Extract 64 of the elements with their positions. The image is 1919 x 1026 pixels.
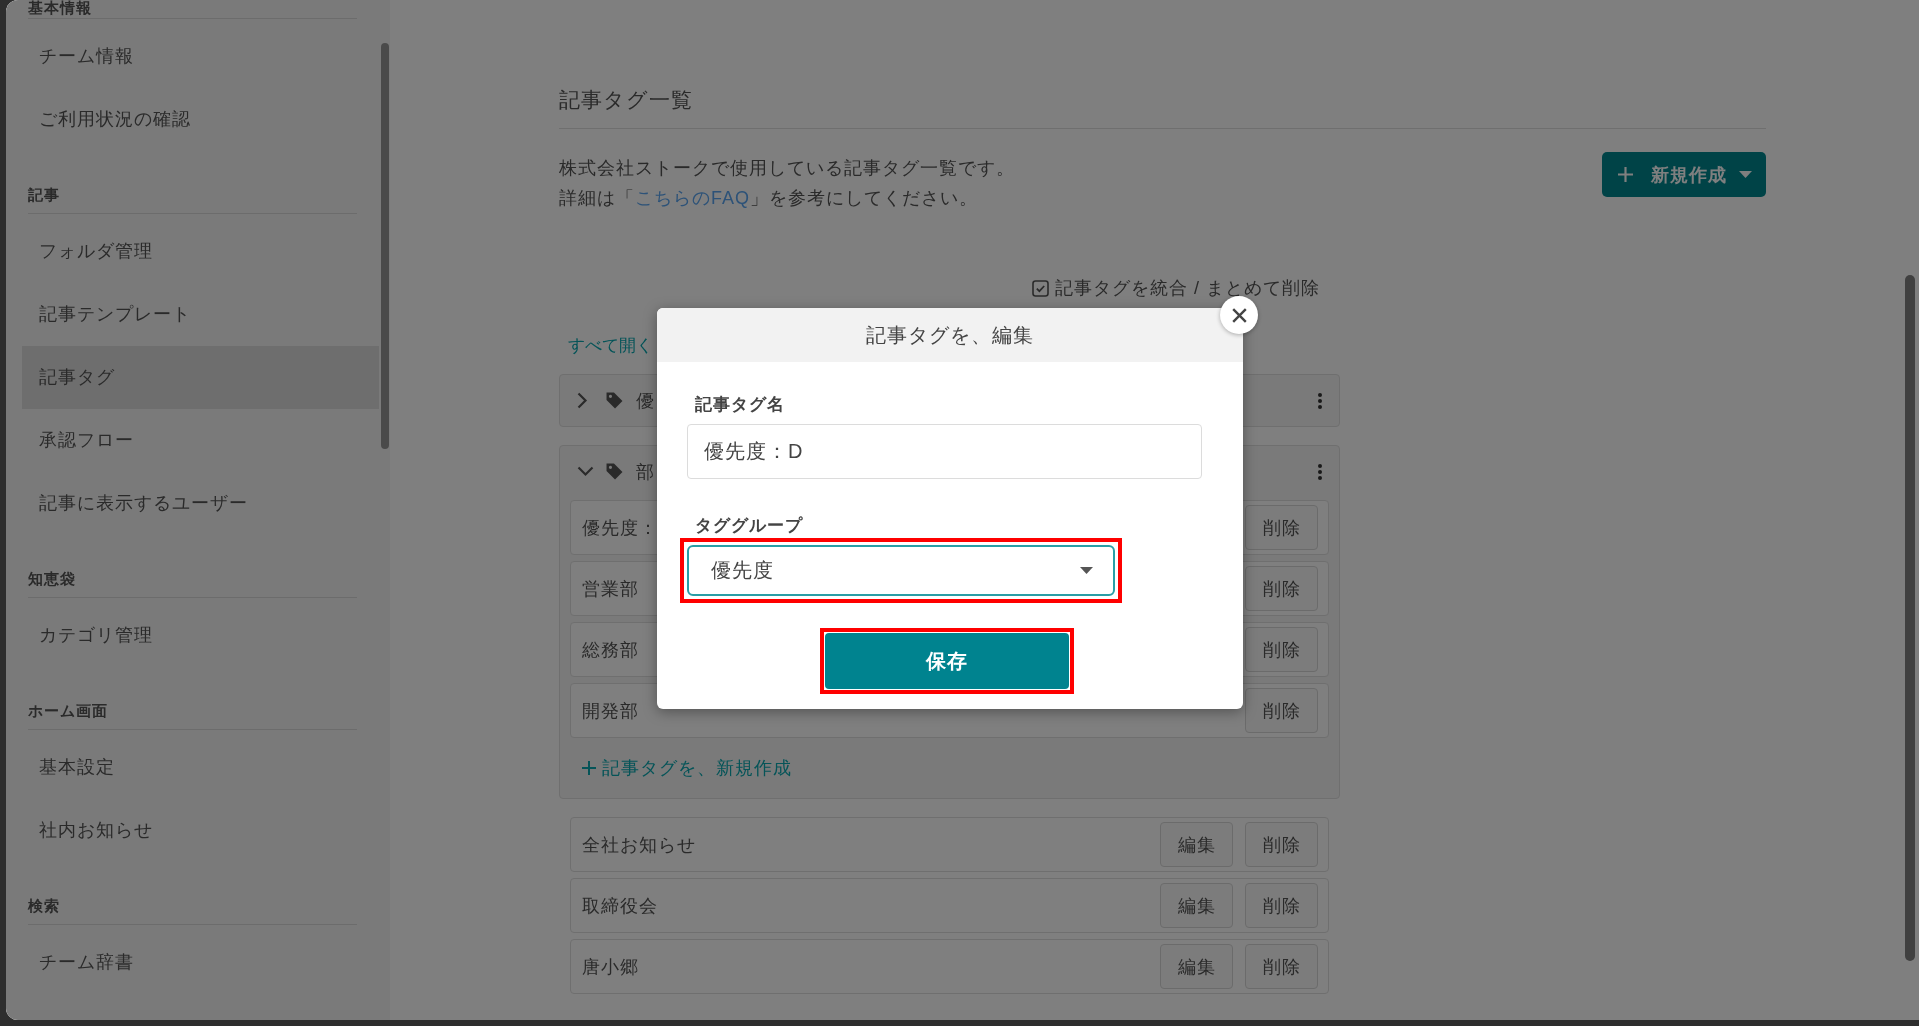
description-text: 株式会社ストークで使用している記事タグ一覧です。 bbox=[559, 157, 1015, 180]
section-heading: 知恵袋 bbox=[28, 570, 76, 587]
tag-icon bbox=[606, 463, 623, 480]
section-heading: 基本情報 bbox=[28, 0, 92, 16]
section-heading: ホーム画面 bbox=[28, 702, 108, 719]
description-text: 詳細は「こちらのFAQ」を参考にしてください。 bbox=[559, 187, 979, 210]
merge-delete-toggle[interactable]: 記事タグを統合 / まとめて削除 bbox=[1032, 275, 1320, 301]
checkbox-tick-icon bbox=[1032, 279, 1049, 297]
tag-group-name: 優 bbox=[636, 389, 655, 413]
chevron-right-icon[interactable] bbox=[577, 392, 588, 409]
sidebar-item[interactable]: チーム辞書 bbox=[22, 931, 379, 994]
tag-name: 全社お知らせ bbox=[582, 833, 696, 857]
tag-group-select[interactable]: 優先度 bbox=[687, 545, 1115, 596]
edit-button[interactable]: 編集 bbox=[1160, 822, 1233, 867]
plus-icon bbox=[1618, 167, 1633, 182]
sidebar-item[interactable]: 社内お知らせ bbox=[22, 799, 379, 862]
tag-name: 営業部 bbox=[582, 577, 639, 601]
tag-group-name: 部 bbox=[636, 460, 655, 484]
delete-button[interactable]: 削除 bbox=[1245, 627, 1318, 672]
delete-button[interactable]: 削除 bbox=[1245, 505, 1318, 550]
add-tag-link[interactable]: 記事タグを、新規作成 bbox=[570, 756, 792, 780]
expand-all-link[interactable]: すべて開く bbox=[568, 336, 653, 355]
kebab-menu-icon[interactable] bbox=[1318, 463, 1322, 480]
chevron-down-icon[interactable] bbox=[577, 466, 594, 477]
tag-name: 優先度： bbox=[582, 516, 658, 540]
section-heading: 記事 bbox=[28, 186, 60, 203]
save-button[interactable]: 保存 bbox=[825, 633, 1069, 689]
sidebar-item[interactable]: 記事テンプレート bbox=[22, 283, 379, 346]
field-label: タググループ bbox=[694, 515, 804, 537]
sidebar-item[interactable]: 記事タグ bbox=[22, 346, 379, 409]
delete-button[interactable]: 削除 bbox=[1245, 944, 1318, 989]
field-label: 記事タグ名 bbox=[694, 394, 786, 416]
caret-down-icon bbox=[1080, 567, 1093, 574]
sidebar-item[interactable]: 基本設定 bbox=[22, 736, 379, 799]
faq-link[interactable]: こちらのFAQ bbox=[635, 188, 750, 208]
tag-name-input[interactable]: 優先度：D bbox=[687, 424, 1202, 479]
delete-button[interactable]: 削除 bbox=[1245, 822, 1318, 867]
delete-button[interactable]: 削除 bbox=[1245, 688, 1318, 733]
scrollbar-thumb[interactable] bbox=[1905, 275, 1915, 961]
sidebar-item[interactable]: 記事に表示するユーザー bbox=[22, 472, 379, 535]
dialog-title: 記事タグを、編集 bbox=[866, 322, 1034, 348]
tag-name: 唐小郷 bbox=[582, 955, 639, 979]
sidebar-item[interactable]: ご利用状況の確認 bbox=[22, 88, 379, 151]
new-tag-button[interactable]: 新規作成 bbox=[1602, 152, 1766, 197]
close-button[interactable] bbox=[1220, 296, 1258, 334]
close-icon bbox=[1231, 307, 1247, 323]
delete-button[interactable]: 削除 bbox=[1245, 566, 1318, 611]
edit-button[interactable]: 編集 bbox=[1160, 883, 1233, 928]
sidebar-item[interactable]: 承認フロー bbox=[22, 409, 379, 472]
section-heading: 検索 bbox=[28, 897, 60, 914]
plus-icon bbox=[582, 761, 596, 775]
kebab-menu-icon[interactable] bbox=[1318, 392, 1322, 409]
scrollbar-thumb[interactable] bbox=[381, 43, 389, 449]
caret-down-icon bbox=[1739, 171, 1752, 178]
delete-button[interactable]: 削除 bbox=[1245, 883, 1318, 928]
tag-name: 総務部 bbox=[582, 638, 639, 662]
sidebar-item[interactable]: フォルダ管理 bbox=[22, 220, 379, 283]
page-title: 記事タグ一覧 bbox=[559, 88, 693, 111]
sidebar-item[interactable]: チーム情報 bbox=[22, 25, 379, 88]
tag-name: 開発部 bbox=[582, 699, 639, 723]
tag-icon bbox=[606, 392, 623, 409]
edit-button[interactable]: 編集 bbox=[1160, 944, 1233, 989]
sidebar-item[interactable]: カテゴリ管理 bbox=[22, 604, 379, 667]
tag-name: 取締役会 bbox=[582, 894, 658, 918]
